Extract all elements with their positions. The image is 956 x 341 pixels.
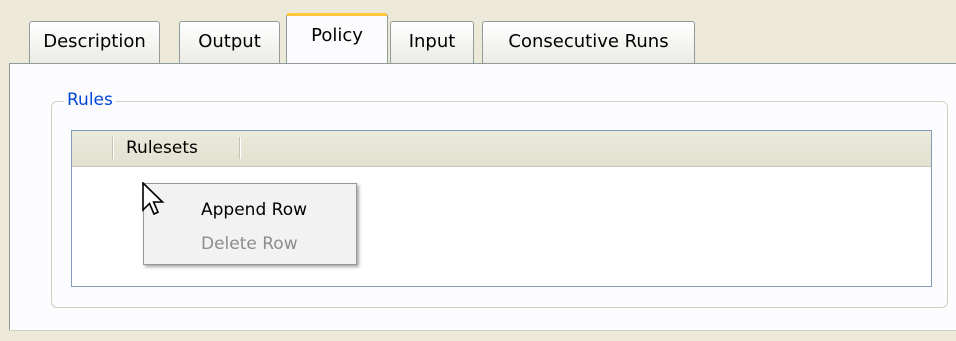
row-header-separator[interactable] <box>112 137 113 159</box>
context-menu: Append Row Delete Row <box>143 183 357 265</box>
arrow-cursor-icon <box>142 181 166 223</box>
tab-output[interactable]: Output <box>179 21 280 63</box>
window-bottom-strip <box>9 331 956 341</box>
menu-item-append-row[interactable]: Append Row <box>201 198 307 222</box>
column-resize-handle[interactable] <box>239 137 240 159</box>
rules-group-title: Rules <box>64 89 116 111</box>
menu-item-delete-row: Delete Row <box>201 234 298 254</box>
tab-consecutive-runs[interactable]: Consecutive Runs <box>482 21 695 63</box>
grid-header: Rulesets <box>72 131 931 167</box>
tab-policy[interactable]: Policy <box>286 13 388 63</box>
policy-editor-window: Description Output Policy Input Consecut… <box>0 0 956 341</box>
tab-input[interactable]: Input <box>390 21 474 63</box>
column-header-rulesets[interactable]: Rulesets <box>126 131 198 166</box>
tab-description[interactable]: Description <box>29 21 160 63</box>
